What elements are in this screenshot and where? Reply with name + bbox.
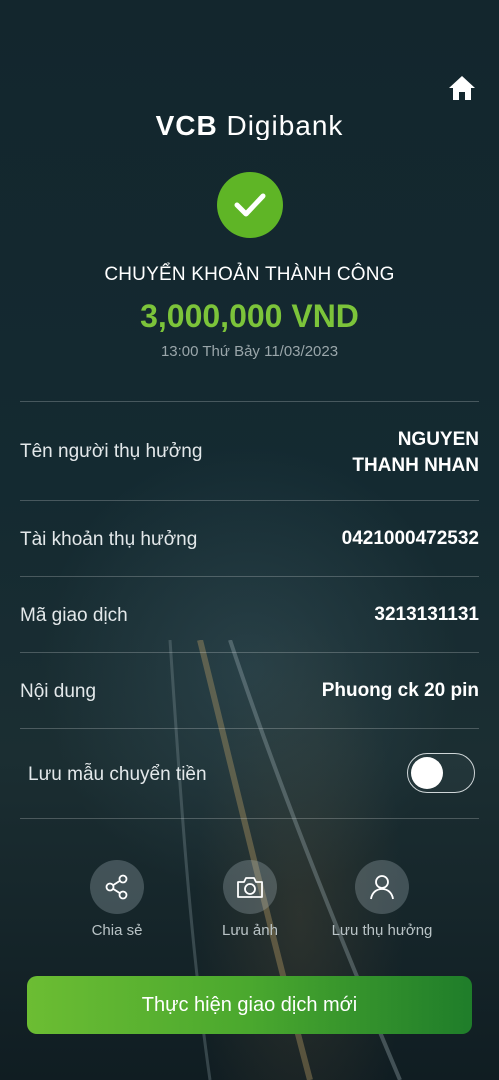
beneficiary-name-value: NGUYEN THANH NHAN	[352, 427, 479, 479]
logo-text-light: Digibank	[226, 110, 344, 140]
home-icon	[449, 76, 475, 100]
beneficiary-name-label: Tên người thụ hưởng	[20, 441, 203, 462]
divider	[20, 818, 479, 819]
transfer-status-title: CHUYỂN KHOẢN THÀNH CÔNG	[104, 264, 395, 285]
beneficiary-account-label: Tài khoản thụ hưởng	[20, 529, 198, 550]
transaction-id-label: Mã giao dịch	[20, 605, 128, 626]
person-icon	[370, 875, 394, 900]
divider	[20, 401, 479, 402]
divider	[20, 652, 479, 653]
divider	[20, 500, 479, 501]
save-image-label: Lưu ảnh	[222, 922, 278, 939]
share-label: Chia sẻ	[91, 922, 143, 939]
transfer-amount: 3,000,000 VND	[140, 298, 359, 334]
transaction-id-value: 3213131131	[374, 604, 479, 625]
home-button[interactable]	[446, 72, 478, 104]
share-icon	[105, 874, 128, 900]
beneficiary-name-line1: NGUYEN	[397, 429, 479, 450]
content-value: Phuong ck 20 pin	[321, 680, 479, 701]
new-transaction-label: Thực hiện giao dịch mới	[141, 993, 358, 1016]
share-button[interactable]: Chia sẻ	[57, 860, 177, 939]
beneficiary-name-line2: THANH NHAN	[352, 455, 479, 476]
save-template-label: Lưu mẫu chuyển tiền	[28, 764, 207, 785]
toggle-knob	[411, 757, 443, 789]
camera-icon-circle	[223, 860, 277, 914]
new-transaction-button[interactable]: Thực hiện giao dịch mới	[27, 976, 472, 1034]
share-icon-circle	[90, 860, 144, 914]
beneficiary-account-value: 0421000472532	[341, 528, 479, 549]
save-beneficiary-button[interactable]: Lưu thụ hưởng	[322, 860, 442, 939]
divider	[20, 728, 479, 729]
content-label: Nội dung	[20, 681, 97, 702]
person-icon-circle	[355, 860, 409, 914]
divider	[20, 576, 479, 577]
transfer-datetime: 13:00 Thứ Bảy 11/03/2023	[160, 343, 339, 360]
vcb-digibank-logo: VCB Digibank	[0, 110, 499, 140]
success-badge	[217, 172, 283, 238]
logo-text-bold: VCB	[155, 110, 218, 140]
save-template-toggle[interactable]	[407, 753, 475, 793]
camera-icon	[237, 877, 263, 898]
save-beneficiary-label: Lưu thụ hưởng	[331, 922, 433, 939]
check-icon	[234, 193, 266, 217]
save-image-button[interactable]: Lưu ảnh	[190, 860, 310, 939]
